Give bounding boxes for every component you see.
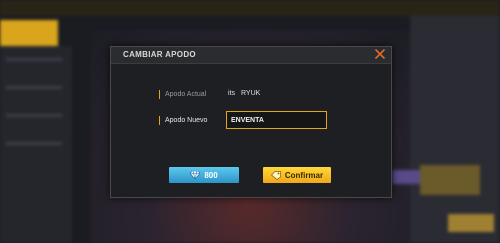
dialog-header: CAMBIAR APODO xyxy=(111,47,391,64)
new-nickname-label: Apodo Nuevo xyxy=(159,116,207,125)
current-nickname-value: its RYUK xyxy=(228,90,266,97)
background-badge xyxy=(392,170,420,184)
background-sidebar xyxy=(0,46,72,243)
background-sidebar-row xyxy=(6,58,62,61)
background-item xyxy=(420,165,480,195)
current-nickname-label: Apodo Actual xyxy=(159,90,206,99)
close-icon xyxy=(375,49,387,59)
background-tab xyxy=(0,20,58,46)
background-button xyxy=(448,214,494,232)
close-button[interactable] xyxy=(375,49,387,61)
new-nickname-input[interactable] xyxy=(226,111,327,129)
change-nickname-dialog: CAMBIAR APODO Apodo Actual its RYUK Apodo… xyxy=(110,46,392,198)
price-button[interactable]: 800 xyxy=(169,167,239,183)
background-right-panel xyxy=(410,16,500,243)
current-nickname-text: RYUK xyxy=(241,90,261,97)
dialog-title: CAMBIAR APODO xyxy=(123,50,196,59)
current-nickname-prefix: its xyxy=(228,90,235,97)
confirm-label: Confirmar xyxy=(284,170,324,180)
background-sidebar-row xyxy=(6,86,62,89)
background-topbar xyxy=(0,0,500,16)
diamond-icon xyxy=(190,171,201,179)
confirm-button[interactable]: Confirmar xyxy=(263,167,331,183)
tag-icon xyxy=(270,170,281,180)
price-label: 800 xyxy=(204,170,218,180)
background-sidebar-row xyxy=(6,142,62,145)
background-sidebar-row xyxy=(6,114,62,117)
